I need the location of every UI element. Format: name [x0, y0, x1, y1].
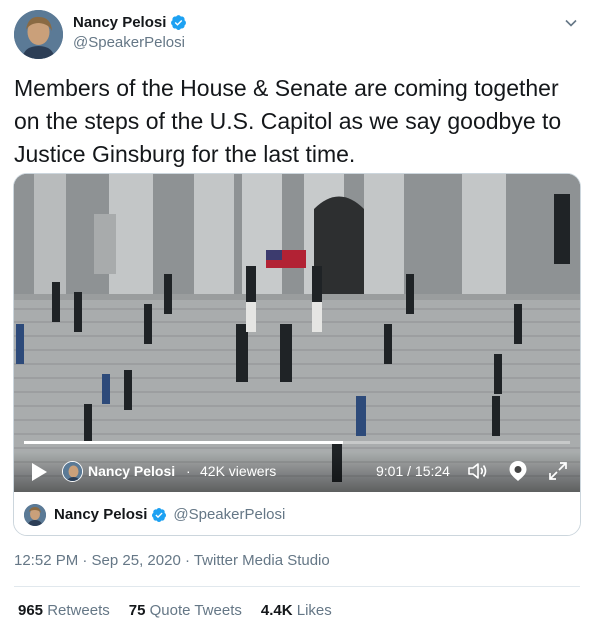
quotes-count: 75 [128, 602, 146, 619]
source-avatar[interactable] [24, 503, 46, 526]
likes-label: Likes [296, 602, 332, 619]
tweet-timestamp[interactable]: 12:52 PM · Sep 25, 2020 · Twitter Media … [14, 552, 330, 569]
author-display-name[interactable]: Nancy Pelosi [73, 14, 166, 31]
channel-name: Nancy Pelosi [88, 463, 176, 479]
video-player[interactable]: Nancy Pelosi · 42K viewers 9:01 / 15:24 [14, 174, 580, 492]
chevron-down-icon[interactable] [564, 16, 578, 30]
progress-fill [24, 441, 344, 444]
author-avatar[interactable] [14, 10, 63, 59]
video-controls: Nancy Pelosi · 42K viewers 9:01 / 15:24 [14, 452, 580, 492]
video-frame [14, 174, 580, 492]
volume-icon[interactable] [466, 460, 488, 482]
tweet-header: Nancy Pelosi @SpeakerPelosi [14, 10, 584, 60]
retweets-label: Retweets [47, 602, 110, 619]
video-source-row[interactable]: Nancy Pelosi @SpeakerPelosi [14, 492, 580, 535]
retweets-count: 965 [18, 602, 44, 619]
source-handle[interactable]: @SpeakerPelosi [173, 506, 285, 523]
viewer-count: 42K viewers [200, 463, 277, 479]
divider [14, 586, 580, 587]
quotes-label: Quote Tweets [149, 602, 242, 619]
playback-time: 9:01 / 15:24 [376, 463, 450, 479]
expand-icon[interactable] [548, 461, 568, 481]
author-handle[interactable]: @SpeakerPelosi [73, 34, 187, 51]
likes-count: 4.4K [260, 602, 293, 619]
tweet-text: Members of the House & Senate are coming… [14, 75, 562, 167]
separator-dot: · [186, 463, 191, 479]
progress-bar[interactable] [24, 441, 570, 444]
verified-badge-icon [171, 15, 187, 30]
media-card: Nancy Pelosi · 42K viewers 9:01 / 15:24 [13, 173, 581, 536]
channel-avatar [62, 461, 83, 482]
tweet-stats: 965 Retweets 75 Quote Tweets 4.4K Likes [18, 602, 351, 619]
verified-badge-icon [152, 507, 167, 522]
quotes-stat[interactable]: 75 Quote Tweets [129, 602, 242, 619]
play-icon[interactable] [30, 462, 48, 482]
likes-stat[interactable]: 4.4K Likes [261, 602, 332, 619]
retweets-stat[interactable]: 965 Retweets [18, 602, 110, 619]
periscope-icon[interactable] [508, 460, 528, 482]
source-display-name[interactable]: Nancy Pelosi [54, 506, 147, 523]
